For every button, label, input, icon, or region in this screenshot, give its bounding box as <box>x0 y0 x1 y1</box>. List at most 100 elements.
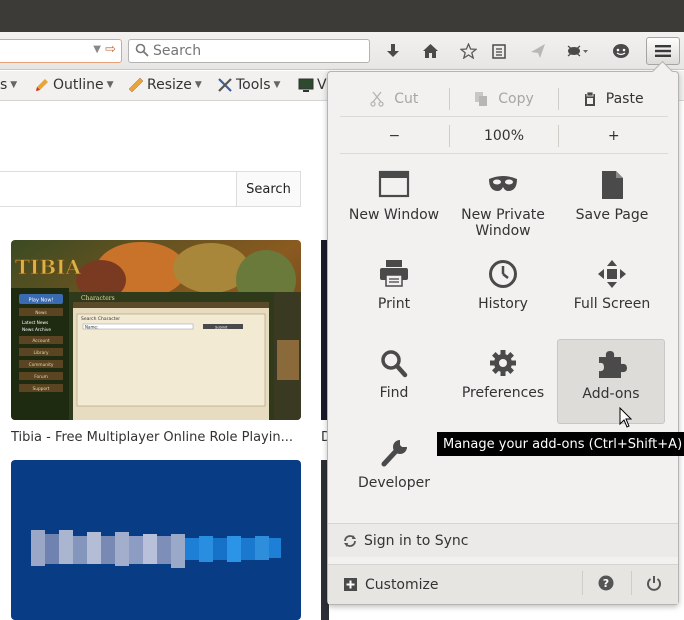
bookmark-button[interactable] <box>456 38 480 64</box>
tibia-menu-item: Library <box>33 350 48 356</box>
url-bar[interactable]: ▼ ⇨ <box>0 39 122 63</box>
page-icon <box>602 171 623 199</box>
tile-label: Full Screen <box>573 296 651 312</box>
customize-label: Customize <box>365 576 439 593</box>
tibia-menu-item: Account <box>32 338 50 344</box>
chevron-down-icon: ▼ <box>106 80 114 90</box>
download-button[interactable] <box>382 38 404 64</box>
mouse-cursor-icon <box>619 407 633 428</box>
extension-button[interactable] <box>558 38 596 64</box>
page-search-button[interactable]: Search <box>236 171 301 207</box>
search-bar[interactable] <box>128 39 370 63</box>
home-button[interactable] <box>418 38 442 64</box>
webdev-menu-tools[interactable]: Tools ▼ <box>217 77 280 93</box>
send-icon <box>531 44 545 58</box>
divider <box>631 571 632 595</box>
cut-button[interactable]: Cut <box>340 87 449 111</box>
webdev-menu-label: Tools <box>236 77 271 93</box>
tile-label: History <box>478 296 528 312</box>
tibia-search-title: Search Character <box>81 316 120 322</box>
copy-icon <box>475 91 488 106</box>
tibia-menu-item: Community <box>29 362 54 368</box>
paste-label: Paste <box>605 90 644 107</box>
save-page-button[interactable]: Save Page <box>558 158 666 242</box>
fullscreen-icon <box>598 260 626 288</box>
page-search-input[interactable] <box>0 171 236 207</box>
thumbnail-caption[interactable]: Tibia - Free Multiplayer Online Role Pla… <box>11 430 311 445</box>
clock-icon <box>489 260 517 288</box>
webdev-menu-outline[interactable]: Outline ▼ <box>34 77 114 93</box>
tile-label: Preferences <box>461 385 545 401</box>
customize-button[interactable]: Customize <box>328 565 439 604</box>
help-button[interactable]: ? <box>598 575 614 595</box>
zoom-in-button[interactable]: + <box>559 124 668 148</box>
tibia-logo: TIBIA <box>15 255 81 279</box>
tibia-menu-item: Latest News <box>22 320 49 326</box>
search-input[interactable] <box>153 42 353 60</box>
webdev-menu-view[interactable]: V <box>298 77 327 93</box>
zoom-reset-button[interactable]: 100% <box>450 124 559 148</box>
download-icon <box>387 44 399 57</box>
help-icon: ? <box>598 575 614 591</box>
webdev-menu-label: s <box>0 77 8 93</box>
go-arrow-icon[interactable]: ⇨ <box>105 42 116 57</box>
webdev-menu-resize[interactable]: Resize ▼ <box>128 77 202 93</box>
sync-label: Sign in to Sync <box>364 532 469 549</box>
tibia-thumbnail[interactable]: Characters Search Character Name: Submit… <box>11 240 301 420</box>
reading-list-icon <box>492 44 506 59</box>
new-private-window-button[interactable]: New Private Window <box>449 158 557 242</box>
print-icon <box>380 260 408 287</box>
zoom-controls: − 100% + <box>340 118 668 154</box>
search-icon <box>135 43 149 57</box>
tile-label: Print <box>377 296 411 312</box>
sync-icon <box>344 534 356 547</box>
extension-icon <box>567 45 588 57</box>
cut-label: Cut <box>394 90 419 107</box>
tibia-name-label: Name: <box>85 324 98 329</box>
edit-controls: Cut Copy Paste <box>340 81 668 117</box>
preferences-button[interactable]: Preferences <box>449 336 557 420</box>
tile-label: New Private Window <box>461 207 545 239</box>
ruler-icon <box>128 77 144 93</box>
print-button[interactable]: Print <box>340 247 448 331</box>
full-screen-button[interactable]: Full Screen <box>558 247 666 331</box>
webdev-menu-label: Outline <box>53 77 104 93</box>
chevron-down-icon: ▼ <box>10 80 18 90</box>
tile-label: Save Page <box>575 207 649 223</box>
tools-icon <box>218 78 232 92</box>
sign-in-to-sync-button[interactable]: Sign in to Sync <box>328 523 678 557</box>
scissors-icon <box>370 91 384 107</box>
divider <box>582 571 583 595</box>
customize-footer: Customize ? <box>328 564 678 604</box>
plus-box-icon <box>344 578 357 591</box>
add-ons-tooltip: Manage your add-ons (Ctrl+Shift+A) <box>437 432 684 456</box>
tibia-menu-item: News <box>35 310 47 316</box>
navigation-toolbar: ▼ ⇨ <box>0 32 684 70</box>
history-button[interactable]: History <box>449 247 557 331</box>
puzzle-icon <box>599 351 627 378</box>
new-window-button[interactable]: New Window <box>340 158 448 242</box>
tile-label: Find <box>379 385 409 401</box>
blurred-thumbnail[interactable] <box>11 460 301 620</box>
zoom-out-button[interactable]: − <box>340 124 449 148</box>
find-button[interactable]: Find <box>340 336 448 420</box>
mask-icon <box>489 176 517 191</box>
quit-button[interactable] <box>646 575 662 595</box>
add-ons-button[interactable]: Add-ons <box>557 339 665 424</box>
tibia-submit-button: Submit <box>215 325 228 329</box>
tile-label: Developer <box>357 475 430 491</box>
app-menu-panel: Cut Copy Paste − 100% + New Window New P… <box>327 71 679 605</box>
webdev-menu-cut[interactable]: s ▼ <box>0 77 17 93</box>
send-button[interactable] <box>526 38 550 64</box>
reading-list-button[interactable] <box>487 38 511 64</box>
svg-text:?: ? <box>603 577 609 590</box>
developer-button[interactable]: Developer <box>340 426 448 510</box>
tibia-play-now-button: Play Now! <box>29 298 54 304</box>
copy-button[interactable]: Copy <box>450 87 559 111</box>
chat-button[interactable] <box>609 38 633 64</box>
tile-label: New Window <box>348 207 440 223</box>
paste-button[interactable]: Paste <box>559 87 668 111</box>
url-history-dropdown-icon[interactable]: ▼ <box>93 44 101 55</box>
wrench-icon <box>381 440 407 467</box>
tibia-screenshot: Characters Search Character Name: Submit… <box>11 240 301 420</box>
